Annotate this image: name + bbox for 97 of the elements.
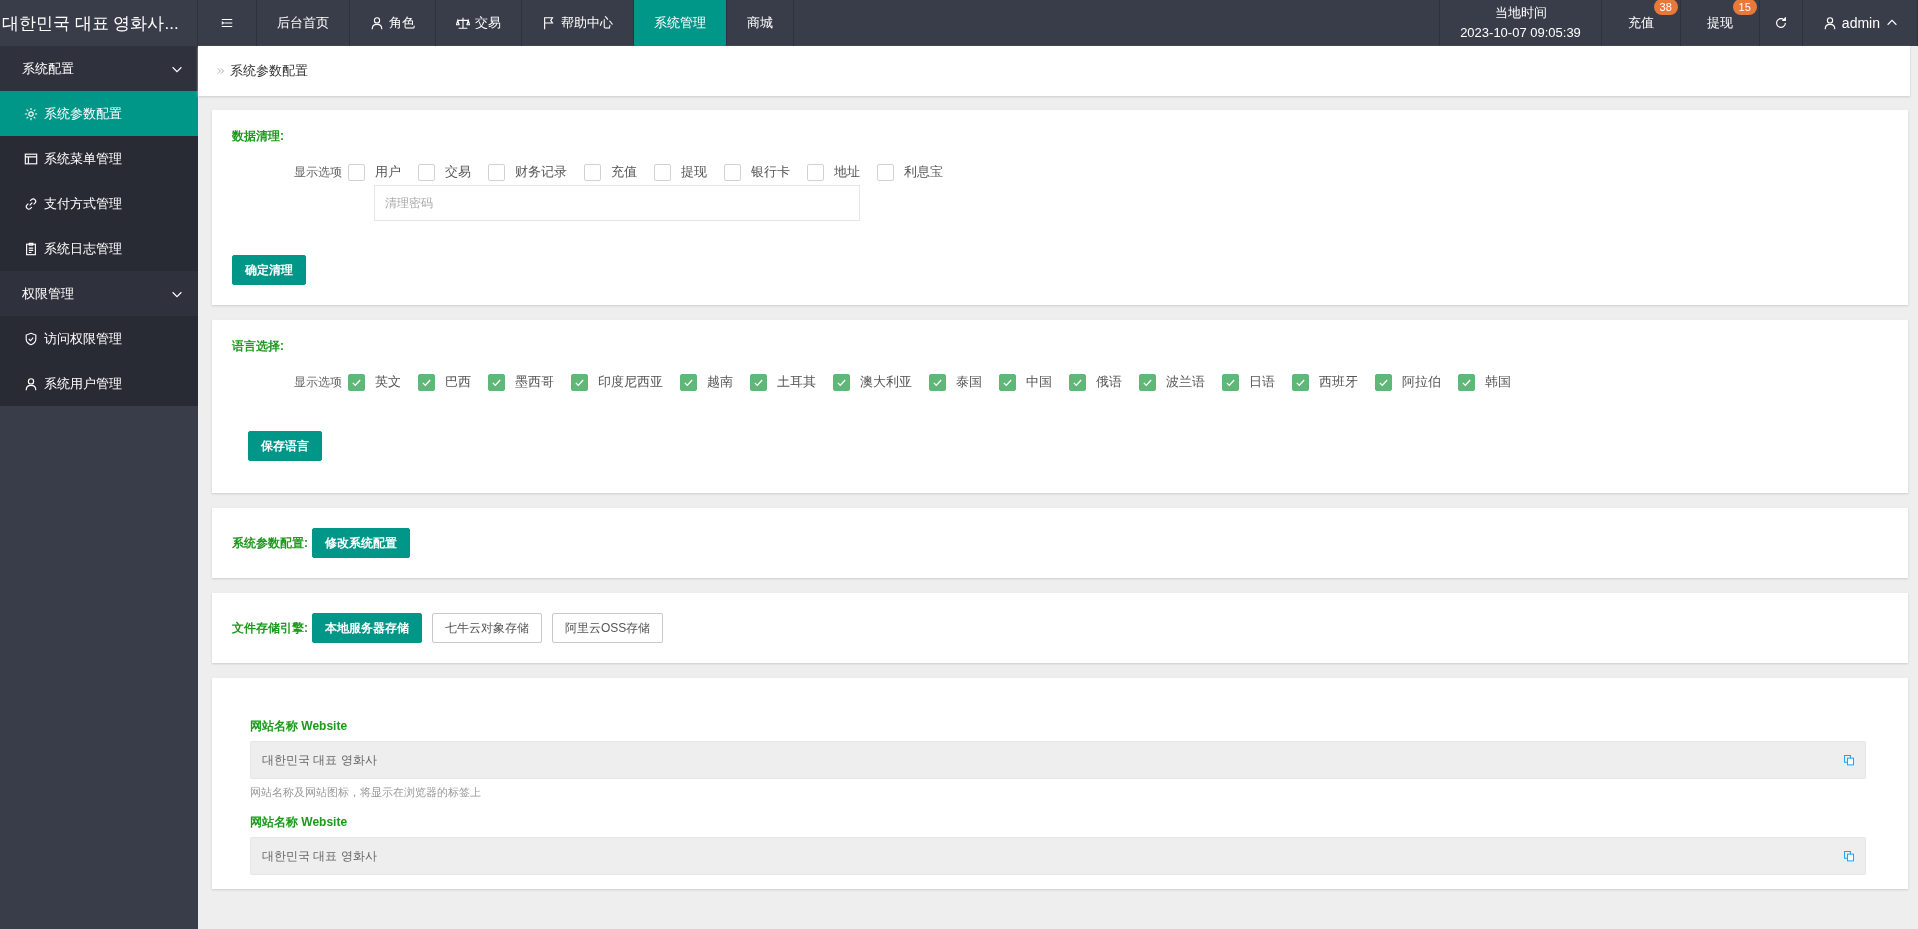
copy-icon [1843, 850, 1855, 862]
options-label: 显示选项 [294, 163, 342, 181]
section-title: 语言选择: [232, 338, 285, 355]
checkbox-label: 巴西 [445, 373, 471, 391]
checkbox-option[interactable]: 波兰语 [1139, 373, 1205, 391]
checkbox-option[interactable]: 西班牙 [1292, 373, 1358, 391]
checkbox-option[interactable]: 阿拉伯 [1375, 373, 1441, 391]
edit-config-button[interactable]: 修改系统配置 [312, 528, 410, 558]
scale-icon [456, 16, 470, 30]
checkbox-label: 提现 [681, 163, 707, 181]
checkbox-option[interactable]: 地址 [807, 163, 860, 181]
checkbox-label: 越南 [707, 373, 733, 391]
checkbox-label: 波兰语 [1166, 373, 1205, 391]
person-icon [370, 16, 384, 30]
password-field[interactable]: 清理密码 [374, 185, 860, 221]
checkbox-option[interactable]: 澳大利亚 [833, 373, 912, 391]
section-title: 系统参数配置: [232, 534, 308, 552]
link-icon [24, 196, 38, 211]
checkbox-option[interactable]: 俄语 [1069, 373, 1122, 391]
checkbox-option[interactable]: 泰国 [929, 373, 982, 391]
checkbox-label: 交易 [445, 163, 471, 181]
checkbox-option[interactable]: 用户 [348, 163, 401, 181]
settings-icon [24, 106, 38, 121]
clipboard-icon [24, 241, 38, 256]
confirm-clear-button[interactable]: 确定清理 [232, 255, 306, 285]
text-field[interactable]: 대한민국 대표 영화사 [250, 837, 1866, 875]
refresh-icon [1773, 16, 1788, 30]
checkbox-label: 英文 [375, 373, 401, 391]
checkbox-label: 财务记录 [515, 163, 567, 181]
checkbox-option[interactable]: 利息宝 [877, 163, 943, 181]
checkbox-label: 充值 [611, 163, 637, 181]
copy-icon [1843, 754, 1855, 766]
nav-tab[interactable]: 系统管理 [634, 0, 727, 46]
sidebar-group[interactable]: 权限管理 [0, 271, 198, 316]
checkbox-option[interactable]: 韩国 [1458, 373, 1511, 391]
checkbox-option[interactable]: 日语 [1222, 373, 1275, 391]
window-icon [24, 151, 38, 166]
flag-icon [542, 16, 556, 30]
checkbox-option[interactable]: 提现 [654, 163, 707, 181]
checkbox-option[interactable]: 银行卡 [724, 163, 790, 181]
checkbox-label: 俄语 [1096, 373, 1122, 391]
checkbox-label: 韩国 [1485, 373, 1511, 391]
section-title: 数据清理: [232, 128, 285, 145]
breadcrumb-text: 系统参数配置 [230, 62, 308, 80]
clock-label: 当地时间 [1494, 4, 1547, 22]
sidebar-item[interactable]: 系统用户管理 [0, 361, 198, 406]
checkbox-label: 墨西哥 [515, 373, 554, 391]
checkbox-label: 用户 [375, 163, 401, 181]
sidebar-item[interactable]: 支付方式管理 [0, 181, 198, 226]
field-value: 대한민국 대표 영화사 [262, 751, 377, 769]
group-label: 权限管理 [22, 284, 74, 303]
checkbox-label: 地址 [834, 163, 860, 181]
double-chevron-icon [216, 66, 226, 76]
menu-icon [220, 16, 234, 30]
count-badge: 15 [1732, 0, 1757, 15]
checkbox-option[interactable]: 越南 [680, 373, 733, 391]
help-text: 网站名称及网站图标，将显示在浏览器的标签上 [250, 785, 482, 800]
checkbox-label: 日语 [1249, 373, 1275, 391]
group-label: 系统配置 [22, 59, 74, 78]
checkbox-label: 银行卡 [751, 163, 790, 181]
checkbox-option[interactable]: 墨西哥 [488, 373, 554, 391]
storage-option-button[interactable]: 阿里云OSS存储 [552, 613, 664, 643]
checkbox-option[interactable]: 充值 [584, 163, 637, 181]
checkbox-option[interactable]: 巴西 [418, 373, 471, 391]
sidebar-item[interactable]: 系统菜单管理 [0, 136, 198, 181]
person-icon [24, 376, 38, 391]
checkbox-label: 阿拉伯 [1402, 373, 1441, 391]
checkbox-label: 泰国 [956, 373, 982, 391]
text-field[interactable]: 대한민국 대표 영화사 [250, 741, 1866, 779]
checkbox-label: 土耳其 [777, 373, 816, 391]
checkbox-label: 利息宝 [904, 163, 943, 181]
checkbox-label: 西班牙 [1319, 373, 1358, 391]
person-icon [1822, 16, 1837, 30]
sidebar-item[interactable]: 系统日志管理 [0, 226, 198, 271]
field-label: 网站名称 Website [250, 814, 349, 831]
checkbox-option[interactable]: 中国 [999, 373, 1052, 391]
sidebar-group[interactable]: 系统配置 [0, 46, 198, 91]
clock-time: 2023-10-07 09:05:39 [1460, 24, 1581, 42]
storage-option-button[interactable]: 七牛云对象存储 [432, 613, 542, 643]
sidebar-item[interactable]: 系统参数配置 [0, 91, 198, 136]
checkbox-option[interactable]: 交易 [418, 163, 471, 181]
checkbox-label: 澳大利亚 [860, 373, 912, 391]
field-value: 대한민국 대표 영화사 [262, 847, 377, 865]
checkbox-label: 印度尼西亚 [598, 373, 663, 391]
sidebar-item[interactable]: 访问权限管理 [0, 316, 198, 361]
checkbox-option[interactable]: 财务记录 [488, 163, 567, 181]
storage-option-button[interactable]: 本地服务器存储 [312, 613, 422, 643]
section-title: 文件存储引擎: [232, 619, 308, 637]
checkbox-option[interactable]: 印度尼西亚 [571, 373, 663, 391]
save-language-button[interactable]: 保存语言 [248, 431, 322, 461]
checkbox-option[interactable]: 土耳其 [750, 373, 816, 391]
checkbox-label: 中国 [1026, 373, 1052, 391]
options-label: 显示选项 [294, 373, 342, 391]
checkbox-option[interactable]: 英文 [348, 373, 401, 391]
field-label: 网站名称 Website [250, 718, 349, 735]
count-badge: 38 [1653, 0, 1678, 15]
shield-check-icon [24, 331, 38, 346]
